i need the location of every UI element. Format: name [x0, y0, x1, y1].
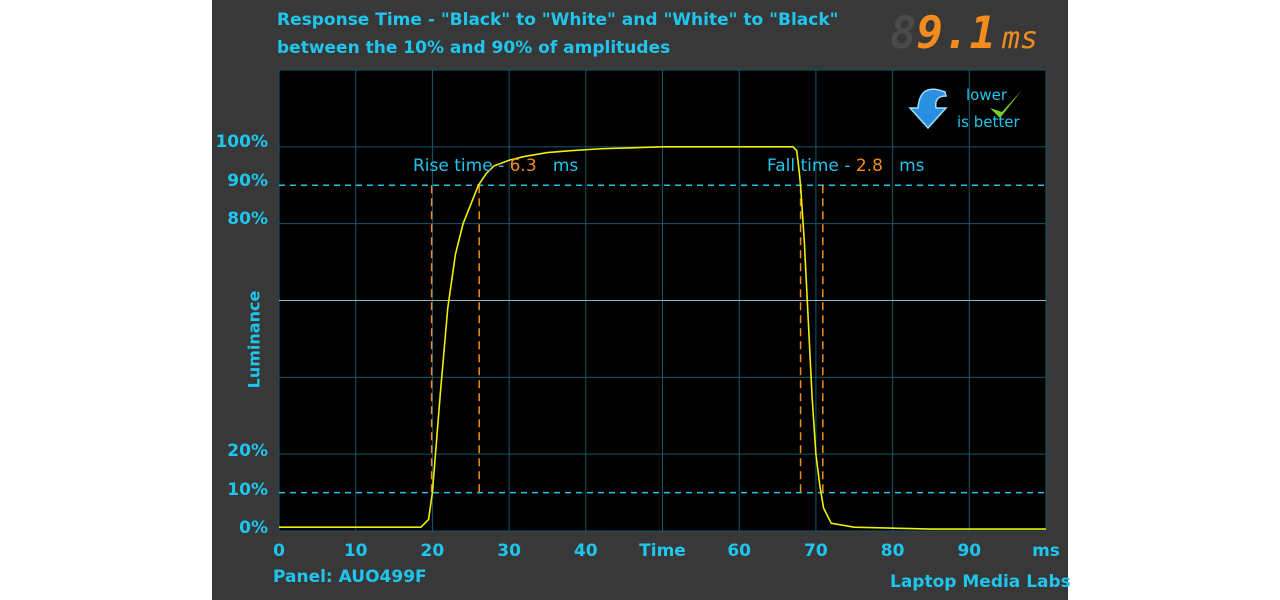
x-tick: 0: [273, 541, 285, 561]
rise-unit: ms: [552, 156, 579, 176]
chart-plot: [278, 69, 1047, 532]
x-tick: 40: [573, 541, 598, 561]
badge-better: is better: [957, 113, 1020, 131]
y-tick-20: 20%: [227, 441, 268, 461]
x-tick: 90: [957, 541, 982, 561]
fall-value: 2.8: [855, 156, 883, 176]
fall-time-annotation: Fall time - 2.8 ms: [767, 156, 925, 176]
brand-label: Laptop Media Labs: [890, 572, 1071, 592]
y-axis-label: Luminance: [244, 290, 264, 389]
x-tick: 30: [497, 541, 521, 561]
panel-label: Panel: AUO499F: [273, 567, 427, 587]
fall-unit: ms: [899, 156, 925, 176]
x-tick: 60: [727, 541, 752, 561]
x-tick: 20: [420, 541, 445, 561]
x-tick: 70: [804, 541, 828, 561]
rise-value: 6.3: [509, 156, 537, 176]
y-tick-100: 100%: [215, 132, 268, 152]
rise-time-annotation: Rise time - 6.3 ms: [413, 156, 578, 176]
y-tick-90: 90%: [227, 171, 268, 191]
x-tick: ms: [1032, 541, 1060, 561]
x-tick: 10: [343, 541, 368, 561]
rise-label: Rise time -: [413, 156, 510, 176]
x-tick: 80: [880, 541, 905, 561]
badge-lower: lower: [966, 86, 1008, 104]
x-tick: Time: [639, 541, 686, 561]
y-tick-0: 0%: [239, 518, 268, 538]
y-tick-10: 10%: [227, 480, 268, 500]
fall-label: Fall time -: [767, 156, 856, 176]
y-tick-80: 80%: [227, 209, 268, 229]
